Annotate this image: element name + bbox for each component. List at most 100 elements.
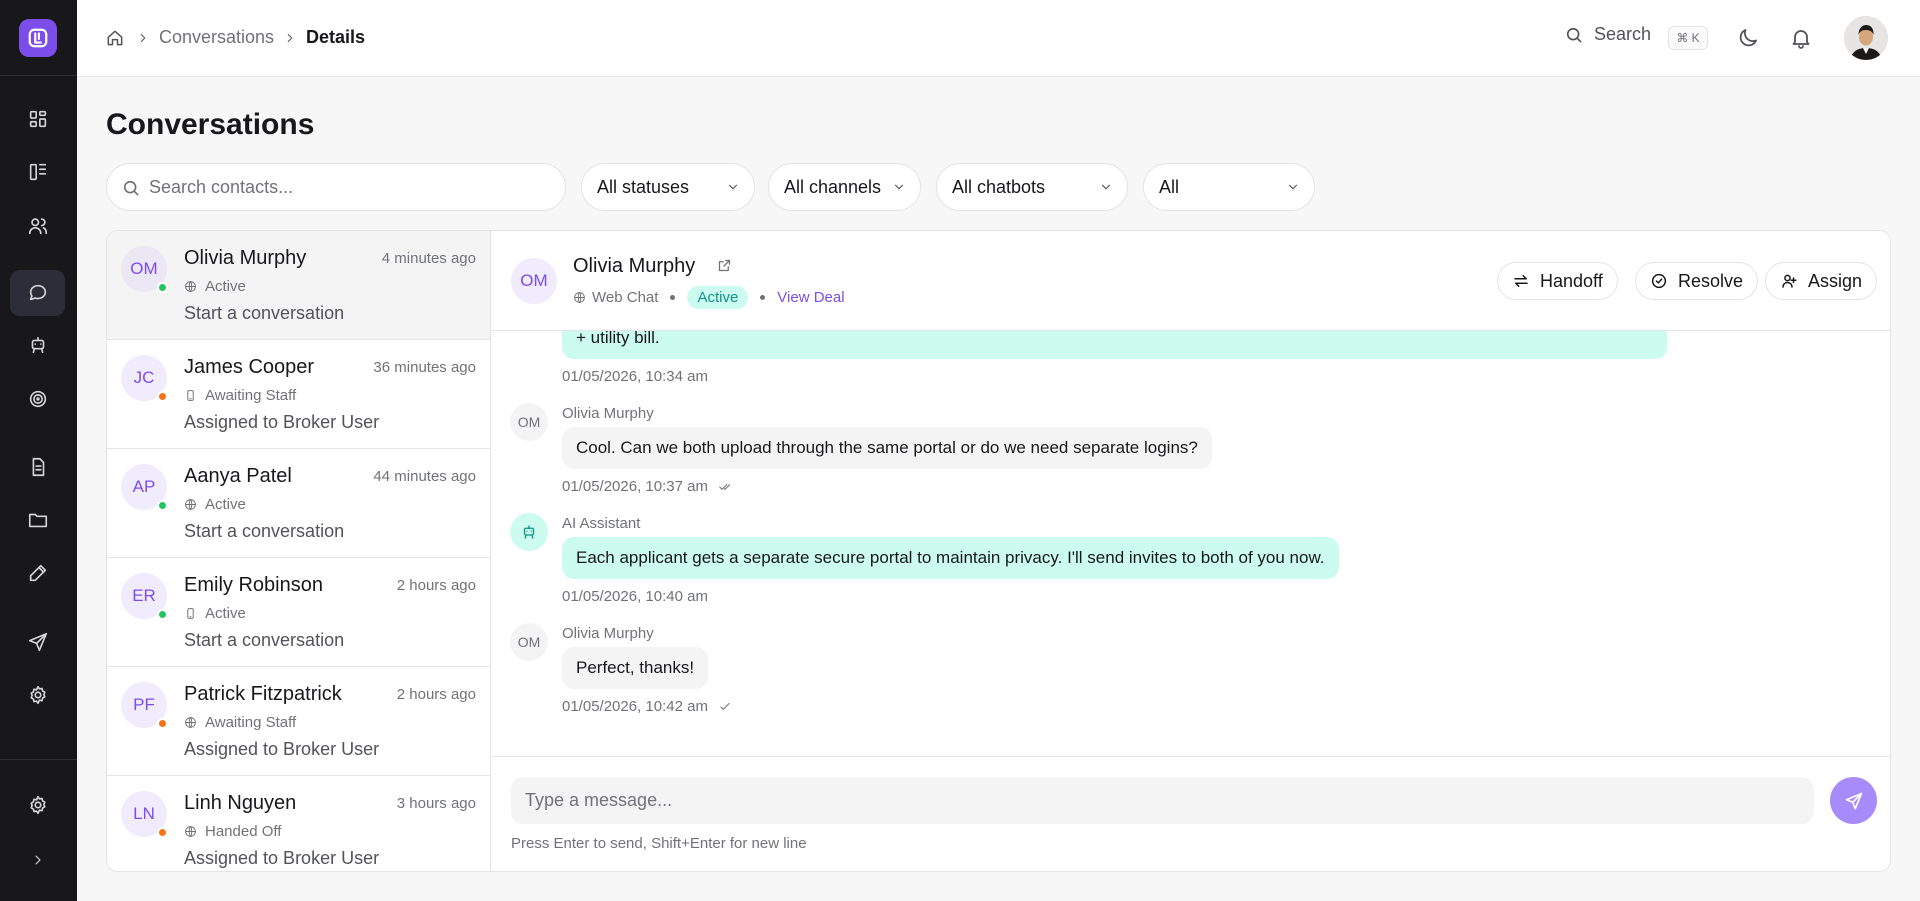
chevron-right-icon bbox=[283, 31, 297, 45]
nav-preferences[interactable] bbox=[10, 782, 65, 828]
nav-goals[interactable] bbox=[10, 376, 65, 422]
target-icon bbox=[29, 390, 46, 408]
theme-toggle-moon-icon[interactable] bbox=[1736, 26, 1760, 50]
external-link-icon[interactable] bbox=[717, 258, 732, 273]
globe-icon bbox=[574, 292, 585, 303]
status-label: Awaiting Staff bbox=[205, 714, 297, 731]
conversation-preview: Start a conversation bbox=[184, 521, 345, 541]
dashboard-icon bbox=[29, 110, 46, 128]
sidebar-expand[interactable] bbox=[10, 837, 65, 883]
presence-dot bbox=[157, 500, 168, 511]
status-filter[interactable]: All statuses bbox=[581, 163, 755, 211]
message-sender: Olivia Murphy bbox=[562, 405, 654, 422]
composer-hint: Press Enter to send, Shift+Enter for new… bbox=[511, 835, 807, 852]
nav-conversations[interactable] bbox=[10, 270, 65, 316]
conversation-item[interactable]: PF Patrick Fitzpatrick 2 hours ago Await… bbox=[107, 667, 490, 776]
message-bubble: Perfect, thanks! bbox=[562, 647, 709, 689]
status-label: Active bbox=[205, 496, 246, 513]
nav-settings[interactable] bbox=[10, 672, 65, 718]
conversation-time: 44 minutes ago bbox=[373, 468, 476, 485]
nav-edit[interactable] bbox=[10, 550, 65, 596]
presence-dot bbox=[157, 391, 168, 402]
chevron-down-icon bbox=[1286, 180, 1300, 194]
global-search-button[interactable]: Search bbox=[1564, 24, 1651, 45]
contact-name: Emily Robinson bbox=[184, 574, 323, 596]
separator-dot bbox=[670, 295, 676, 300]
conversation-item[interactable]: LN Linh Nguyen 3 hours ago Handed Off As… bbox=[107, 776, 490, 871]
nav-campaigns[interactable] bbox=[10, 619, 65, 665]
message-thread: + utility bill. 01/05/2026, 10:34 am OM … bbox=[491, 331, 1890, 756]
globe-icon bbox=[185, 826, 196, 837]
separator-dot bbox=[760, 295, 766, 300]
presence-dot bbox=[157, 718, 168, 729]
handoff-button[interactable]: Handoff bbox=[1497, 262, 1618, 300]
conversation-item[interactable]: OM Olivia Murphy 4 minutes ago Active St… bbox=[107, 231, 490, 340]
conversation-item[interactable]: AP Aanya Patel 44 minutes ago Active Sta… bbox=[107, 449, 490, 558]
page-title: Conversations bbox=[106, 108, 315, 141]
message-input[interactable] bbox=[511, 777, 1814, 824]
chevron-down-icon bbox=[726, 180, 740, 194]
conversation-preview: Assigned to Broker User bbox=[184, 848, 380, 868]
search-icon bbox=[1566, 27, 1582, 43]
chevron-down-icon bbox=[892, 180, 906, 194]
avatar: OM bbox=[510, 623, 548, 661]
sidebar-divider bbox=[0, 759, 77, 760]
nav-documents[interactable] bbox=[10, 444, 65, 490]
swap-icon bbox=[1514, 275, 1528, 287]
chatbot-filter[interactable]: All chatbots bbox=[936, 163, 1128, 211]
user-avatar[interactable] bbox=[1844, 16, 1888, 60]
nav-pipeline[interactable] bbox=[10, 149, 65, 195]
gear-icon bbox=[29, 685, 46, 705]
chevron-right-icon bbox=[136, 31, 150, 45]
message-sender: Olivia Murphy bbox=[562, 625, 654, 642]
pencil-icon bbox=[29, 564, 46, 582]
conversation-item[interactable]: JC James Cooper 36 minutes ago Awaiting … bbox=[107, 340, 490, 449]
status-label: Awaiting Staff bbox=[205, 387, 297, 404]
resolve-button[interactable]: Resolve bbox=[1635, 262, 1759, 300]
presence-dot bbox=[157, 282, 168, 293]
nav-dashboard[interactable] bbox=[10, 96, 65, 142]
status-badge: Active bbox=[687, 286, 749, 309]
resolve-label: Resolve bbox=[1678, 270, 1744, 291]
message-time: 01/05/2026, 10:40 am bbox=[562, 588, 708, 605]
channel-filter[interactable]: All channels bbox=[768, 163, 921, 211]
globe-icon bbox=[185, 717, 196, 728]
bell-icon[interactable] bbox=[1789, 26, 1813, 50]
chat-header: OM Olivia Murphy Web Chat Active View De… bbox=[491, 231, 1890, 331]
double-check-icon bbox=[719, 483, 731, 490]
assignee-filter[interactable]: All bbox=[1143, 163, 1315, 211]
gear-icon bbox=[29, 795, 46, 815]
nav-contacts[interactable] bbox=[10, 203, 65, 249]
conversation-time: 2 hours ago bbox=[396, 577, 476, 594]
message-bubble: + utility bill. bbox=[562, 331, 1667, 359]
chat-contact-name: Olivia Murphy bbox=[573, 255, 696, 277]
app-logo[interactable] bbox=[19, 19, 57, 57]
globe-icon bbox=[185, 281, 196, 292]
status-filter-value: All statuses bbox=[597, 177, 690, 197]
home-icon[interactable] bbox=[105, 28, 125, 48]
view-deal-link[interactable]: View Deal bbox=[777, 289, 844, 306]
search-label: Search bbox=[1594, 24, 1652, 44]
user-photo bbox=[1844, 16, 1888, 60]
message-timestamp: 01/05/2026, 10:42 am bbox=[562, 698, 708, 715]
send-icon bbox=[28, 632, 47, 652]
contact-name: Aanya Patel bbox=[184, 465, 292, 487]
handoff-label: Handoff bbox=[1540, 270, 1603, 291]
presence-dot bbox=[157, 609, 168, 620]
message-time: 01/05/2026, 10:37 am bbox=[562, 478, 732, 495]
assign-button[interactable]: Assign bbox=[1765, 262, 1878, 300]
chevron-down-icon bbox=[1099, 180, 1113, 194]
conversation-preview: Assigned to Broker User bbox=[184, 739, 380, 759]
nav-files[interactable] bbox=[10, 497, 65, 543]
send-button[interactable] bbox=[1830, 777, 1877, 824]
conversation-preview: Start a conversation bbox=[184, 630, 345, 650]
sidebar-divider bbox=[0, 75, 77, 76]
contact-search[interactable] bbox=[106, 163, 566, 211]
conversation-status: Awaiting Staff bbox=[184, 714, 296, 731]
contact-search-input[interactable] bbox=[149, 164, 549, 210]
conversations-panel: OM Olivia Murphy 4 minutes ago Active St… bbox=[106, 230, 1891, 872]
conversation-item[interactable]: ER Emily Robinson 2 hours ago Active Sta… bbox=[107, 558, 490, 667]
breadcrumb-conversations[interactable]: Conversations bbox=[159, 27, 274, 48]
message-timestamp: 01/05/2026, 10:34 am bbox=[562, 368, 708, 385]
nav-chatbots[interactable] bbox=[10, 322, 65, 368]
